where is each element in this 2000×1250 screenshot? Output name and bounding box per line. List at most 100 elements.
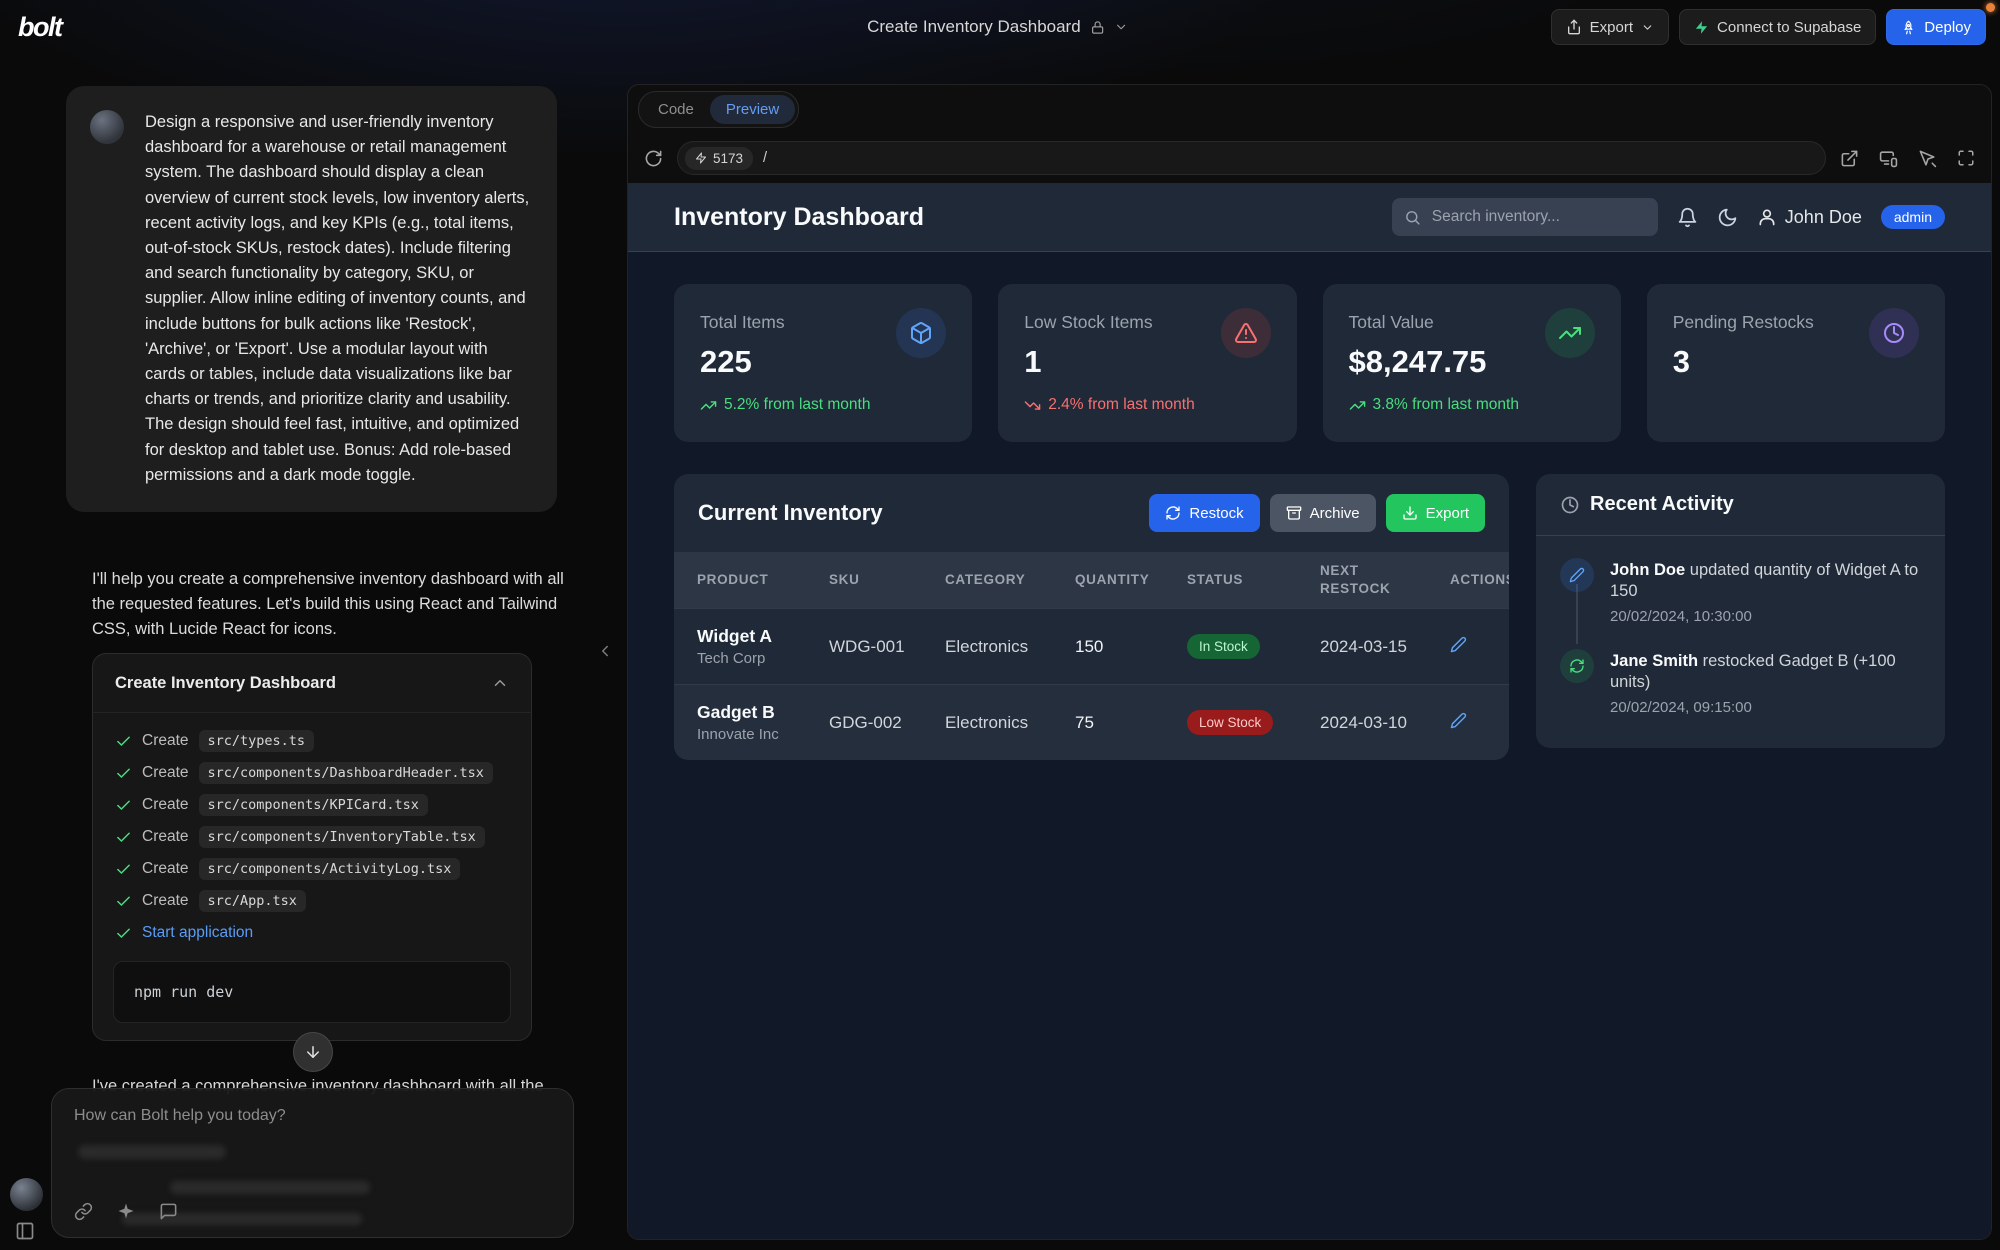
tab-preview[interactable]: Preview	[710, 95, 795, 124]
deploy-label: Deploy	[1924, 19, 1971, 36]
step-action: Create	[142, 860, 189, 878]
trending-up-icon	[1545, 308, 1595, 358]
activity-time: 20/02/2024, 09:15:00	[1610, 699, 1921, 716]
package-icon	[896, 308, 946, 358]
plan-step: Create src/components/DashboardHeader.ts…	[115, 757, 509, 789]
terminal-command: npm run dev	[113, 961, 511, 1023]
step-file-chip[interactable]: src/components/DashboardHeader.tsx	[199, 762, 493, 784]
refresh-icon	[1165, 505, 1181, 521]
status-badge: In Stock	[1187, 634, 1260, 659]
rocket-icon	[1901, 20, 1916, 35]
assistant-intro-text: I'll help you create a comprehensive inv…	[92, 567, 564, 643]
check-icon	[115, 893, 132, 910]
product-name: Gadget B	[697, 702, 806, 723]
step-file-chip[interactable]: src/types.ts	[199, 730, 315, 752]
activity-actor: John Doe	[1610, 561, 1685, 579]
plan-step: Create src/components/ActivityLog.tsx	[115, 853, 509, 885]
edit-icon[interactable]	[1450, 712, 1467, 729]
check-icon	[115, 925, 132, 942]
view-switcher: Code Preview	[638, 91, 799, 128]
step-file-chip[interactable]: src/App.tsx	[199, 890, 306, 912]
workbench-tabs: Code Preview	[628, 85, 1991, 133]
kpi-card-low-stock: Low Stock Items 1 2.4% from last month	[998, 284, 1296, 442]
restock-button[interactable]: Restock	[1149, 494, 1259, 532]
kpi-label: Low Stock Items	[1024, 308, 1152, 333]
quantity-cell[interactable]: 150	[1052, 637, 1164, 657]
sidebar-toggle-icon[interactable]	[15, 1221, 35, 1241]
link-icon[interactable]	[74, 1202, 93, 1221]
profile-avatar[interactable]	[10, 1178, 43, 1211]
edit-icon[interactable]	[1450, 636, 1467, 653]
step-file-chip[interactable]: src/components/ActivityLog.tsx	[199, 858, 461, 880]
devices-icon[interactable]	[1879, 149, 1898, 168]
export-label: Export	[1590, 19, 1633, 36]
fullscreen-icon[interactable]	[1957, 149, 1975, 167]
kpi-change: 5.2% from last month	[700, 396, 946, 414]
step-action: Create	[142, 796, 189, 814]
port-chip[interactable]: 5173	[685, 147, 753, 170]
search-input[interactable]	[1430, 207, 1646, 227]
chat-input-box[interactable]: How can Bolt help you today?	[51, 1088, 574, 1238]
step-action: Create	[142, 828, 189, 846]
check-icon	[115, 765, 132, 782]
plan-steps: Create src/types.ts Create src/component…	[93, 713, 531, 949]
refresh-icon[interactable]	[644, 149, 663, 168]
tab-code[interactable]: Code	[642, 95, 710, 124]
browser-actions	[1840, 149, 1975, 168]
export-button[interactable]: Export	[1551, 9, 1669, 45]
activity-list: John Doe updated quantity of Widget A to…	[1536, 536, 1945, 748]
role-badge: admin	[1881, 205, 1945, 229]
scroll-to-bottom-button[interactable]	[293, 1032, 333, 1072]
sku-cell: GDG-002	[806, 713, 922, 733]
blurred-text	[78, 1145, 226, 1159]
bolt-logo[interactable]: bolt	[18, 12, 61, 43]
bell-icon[interactable]	[1677, 207, 1698, 228]
inventory-search[interactable]	[1392, 198, 1658, 236]
activity-time: 20/02/2024, 10:30:00	[1610, 608, 1921, 625]
plan-title: Create Inventory Dashboard	[115, 674, 336, 693]
chat-bubble-icon[interactable]	[159, 1202, 178, 1221]
project-title-menu[interactable]: Create Inventory Dashboard	[867, 0, 1128, 54]
connect-supabase-label: Connect to Supabase	[1717, 19, 1861, 36]
plan-card-header[interactable]: Create Inventory Dashboard	[93, 654, 531, 713]
open-external-icon[interactable]	[1840, 149, 1859, 168]
product-name: Widget A	[697, 626, 806, 647]
next-restock-cell: 2024-03-10	[1297, 713, 1427, 733]
export-table-button[interactable]: Export	[1386, 494, 1485, 532]
share-icon	[1566, 19, 1582, 35]
workbench: Code Preview 5173 /	[627, 84, 1992, 1240]
chat-input-placeholder: How can Bolt help you today?	[74, 1107, 286, 1125]
dark-mode-toggle-icon[interactable]	[1717, 207, 1738, 228]
inspector-icon[interactable]	[1918, 149, 1937, 168]
step-action: Create	[142, 732, 189, 750]
check-icon	[115, 829, 132, 846]
kpi-label: Pending Restocks	[1673, 308, 1814, 333]
collapse-chat-handle[interactable]	[596, 642, 614, 660]
step-action: Create	[142, 892, 189, 910]
trending-up-icon	[700, 397, 717, 414]
lock-icon	[1090, 20, 1105, 35]
app-header: Inventory Dashboard John Doe admin	[628, 183, 1991, 252]
start-application-step: Start application	[115, 917, 509, 949]
user-menu[interactable]: John Doe	[1757, 207, 1862, 228]
archive-button[interactable]: Archive	[1270, 494, 1376, 532]
deploy-button[interactable]: Deploy	[1886, 9, 1986, 45]
address-bar[interactable]: 5173 /	[677, 141, 1826, 175]
kpi-label: Total Value	[1349, 308, 1434, 333]
preview-frame: Inventory Dashboard John Doe admin	[628, 183, 1991, 1239]
kpi-change: 3.8% from last month	[1349, 396, 1595, 414]
bolt-workspace: bolt Create Inventory Dashboard Export C…	[0, 0, 2000, 1250]
table-row: Widget A Tech Corp WDG-001 Electronics 1…	[674, 608, 1509, 684]
quantity-cell[interactable]: 75	[1052, 713, 1164, 733]
start-application-link[interactable]: Start application	[142, 924, 253, 942]
step-file-chip[interactable]: src/components/InventoryTable.tsx	[199, 826, 485, 848]
arrow-down-icon	[304, 1043, 322, 1061]
plan-step: Create src/components/InventoryTable.tsx	[115, 821, 509, 853]
step-file-chip[interactable]: src/components/KPICard.tsx	[199, 794, 428, 816]
project-title: Create Inventory Dashboard	[867, 17, 1081, 37]
dashboard-body: Total Items 225 5.2% from last month Low…	[628, 252, 1991, 760]
sparkles-icon[interactable]	[117, 1202, 135, 1221]
table-header: Product SKU Category Quantity Status Nex…	[674, 552, 1509, 608]
connect-supabase-button[interactable]: Connect to Supabase	[1679, 9, 1876, 45]
next-restock-cell: 2024-03-15	[1297, 637, 1427, 657]
